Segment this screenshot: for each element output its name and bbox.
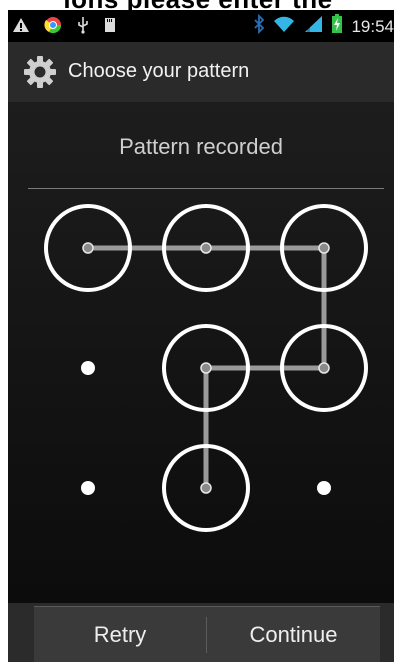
warning-icon	[12, 17, 30, 38]
bluetooth-icon	[253, 13, 265, 39]
battery-charging-icon	[331, 14, 343, 39]
status-clock: 19:54	[351, 16, 394, 36]
retry-button[interactable]: Retry	[34, 607, 206, 662]
page-title: Choose your pattern	[68, 60, 250, 82]
signal-icon	[303, 15, 323, 38]
wifi-icon	[273, 15, 295, 38]
pattern-lock-grid[interactable]	[8, 103, 394, 603]
pattern-node-9[interactable]	[317, 481, 331, 495]
usb-icon	[76, 16, 90, 39]
pattern-content: Pattern recorded	[8, 103, 394, 603]
chrome-icon	[44, 16, 62, 39]
phone-screen: 19:54 Choose your pattern Pattern record…	[8, 10, 394, 662]
sd-card-icon	[104, 17, 116, 38]
pattern-node-7[interactable]	[81, 481, 95, 495]
pattern-node-4[interactable]	[81, 361, 95, 375]
action-bar: Choose your pattern	[8, 42, 394, 103]
gear-icon	[22, 54, 58, 90]
continue-button[interactable]: Continue	[207, 607, 380, 662]
status-bar: 19:54	[8, 10, 394, 42]
footer-button-bar: Retry Continue	[34, 606, 380, 662]
